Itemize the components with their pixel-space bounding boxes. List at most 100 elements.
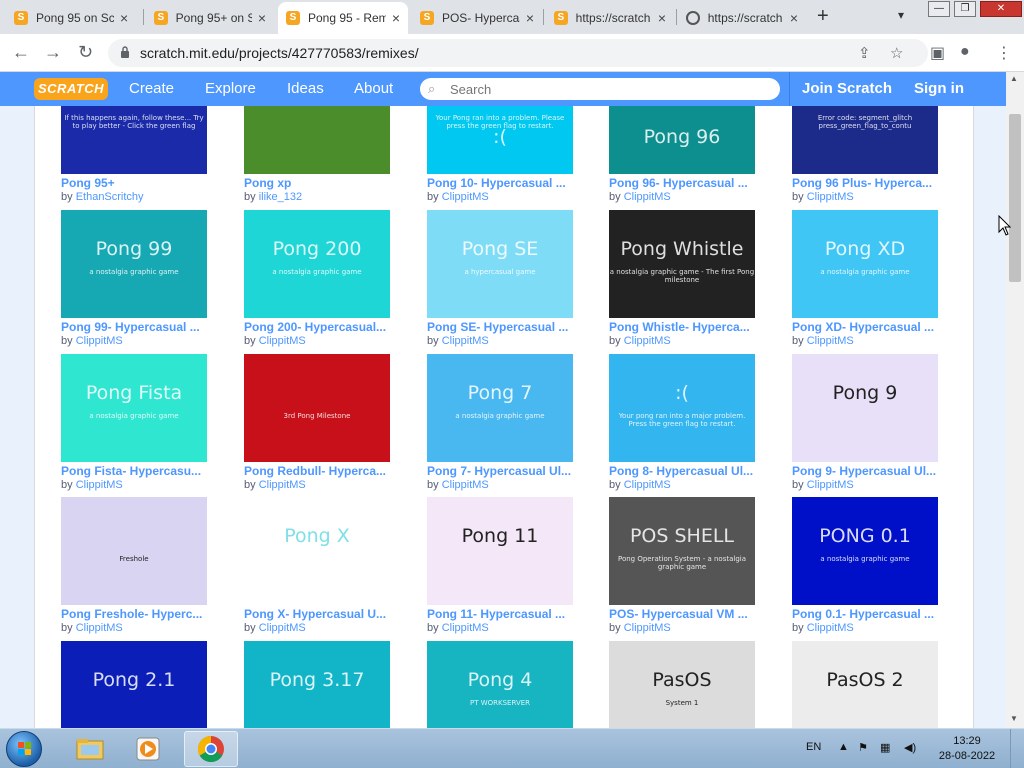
show-desktop-button[interactable] [1010,729,1024,768]
project-card[interactable]: POS SHELL Pong Operation System - a nosta… [609,497,755,634]
project-title-link[interactable]: Pong 200- Hypercasual... [244,320,390,334]
join-scratch-link[interactable]: Join Scratch [802,80,892,97]
project-card[interactable]: Pong 9 Pong 9- Hypercasual Ul... by Clippi… [792,354,938,491]
browser-tab-2[interactable]: S Pong 95+ on Scratch × [146,4,274,32]
start-button[interactable] [6,731,42,767]
project-title-link[interactable]: Pong Freshole- Hyperc... [61,607,207,621]
project-card[interactable]: Pong 4 PT WORKSERVER [427,641,573,728]
browser-tab-6[interactable]: https://scratch × [678,4,806,32]
project-card[interactable]: PasOS 2 [792,641,938,728]
author-link[interactable]: ClippitMS [624,622,671,634]
minimize-button[interactable]: — [928,1,950,17]
author-link[interactable]: ClippitMS [624,191,671,203]
new-tab-button[interactable]: + [817,5,829,28]
tab-search-chevron-icon[interactable]: ▾ [898,8,904,22]
side-panel-icon[interactable]: ▣ [930,43,945,63]
search-box[interactable]: ⌕ [420,78,780,100]
nav-create[interactable]: Create [129,80,174,97]
project-title-link[interactable]: Pong Whistle- Hyperca... [609,320,755,334]
author-link[interactable]: ClippitMS [807,622,854,634]
author-link[interactable]: ClippitMS [442,479,489,491]
project-title-link[interactable]: Pong 96 Plus- Hyperca... [792,176,938,190]
project-card[interactable]: :(Your Pong ran into a problem. Please p… [427,106,573,203]
project-thumbnail[interactable]: Error code: segment_glitch press_green_f… [792,106,938,174]
restore-button[interactable]: ❐ [954,1,976,17]
profile-avatar-icon[interactable]: ● [960,43,970,61]
author-link[interactable]: EthanScritchy [76,191,144,203]
project-card[interactable]: 3rd Pong Milestone Pong Redbull- Hyperca.… [244,354,390,491]
project-thumbnail[interactable]: If this happens again, follow these... T… [61,106,207,174]
project-card[interactable]: Pong 200 a nostalgia graphic game Pong 200… [244,210,390,347]
project-title-link[interactable]: Pong 8- Hypercasual Ul... [609,464,755,478]
author-link[interactable]: ilike_132 [259,191,302,203]
author-link[interactable]: ClippitMS [624,335,671,347]
project-title-link[interactable]: Pong 96- Hypercasual ... [609,176,755,190]
project-card[interactable]: PasOS System 1 [609,641,755,728]
close-icon[interactable]: × [526,10,534,26]
project-title-link[interactable]: Pong 99- Hypercasual ... [61,320,207,334]
close-icon[interactable]: × [392,10,400,26]
sign-in-link[interactable]: Sign in [914,80,964,97]
project-title-link[interactable]: Pong 10- Hypercasual ... [427,176,573,190]
project-thumbnail[interactable]: Pong XD a nostalgia graphic game [792,210,938,318]
project-thumbnail[interactable]: POS SHELL Pong Operation System - a nosta… [609,497,755,605]
project-card[interactable]: PONG 0.1 a nostalgia graphic game Pong 0.1… [792,497,938,634]
close-icon[interactable]: × [120,10,128,26]
author-link[interactable]: ClippitMS [76,335,123,347]
author-link[interactable]: ClippitMS [807,479,854,491]
author-link[interactable]: ClippitMS [259,622,306,634]
project-title-link[interactable]: Pong 7- Hypercasual Ul... [427,464,573,478]
close-window-button[interactable]: ✕ [980,1,1022,17]
author-link[interactable]: ClippitMS [442,622,489,634]
project-card[interactable]: Pong SE a hypercasual game Pong SE- Hyperc… [427,210,573,347]
project-card[interactable]: Pong XD a nostalgia graphic game Pong XD- … [792,210,938,347]
project-card[interactable]: :(Your pong ran into a major problem. Pr… [609,354,755,491]
media-player-taskbar-button[interactable] [126,731,170,767]
address-bar[interactable]: scratch.mit.edu/projects/427770583/remix… [108,39,928,67]
project-title-link[interactable]: POS- Hypercasual VM ... [609,607,755,621]
system-clock[interactable]: 13:29 28-08-2022 [936,734,998,764]
action-center-flag-icon[interactable]: ⚑ [858,741,868,754]
nav-about[interactable]: About [354,80,393,97]
project-thumbnail[interactable]: Pong Whistle a nostalgia graphic game - T… [609,210,755,318]
project-card[interactable]: Freshole Pong Freshole- Hyperc... by Clipp… [61,497,207,634]
network-icon[interactable]: ▦ [880,741,890,754]
project-title-link[interactable]: Pong SE- Hypercasual ... [427,320,573,334]
project-thumbnail[interactable]: Pong 99 a nostalgia graphic game [61,210,207,318]
close-icon[interactable]: × [258,10,266,26]
project-thumbnail[interactable]: Pong 4 PT WORKSERVER [427,641,573,728]
project-thumbnail[interactable]: Pong SE a hypercasual game [427,210,573,318]
chrome-taskbar-button[interactable] [184,731,238,767]
author-link[interactable]: ClippitMS [259,479,306,491]
browser-tab-5[interactable]: S https://scratch × [546,4,674,32]
back-arrow-icon[interactable]: ← [12,42,30,63]
project-card[interactable]: Pong 11 Pong 11- Hypercasual ... by Clippi… [427,497,573,634]
scratch-logo[interactable]: SCRATCH [34,78,108,100]
project-thumbnail[interactable]: Pong X [244,497,390,605]
close-icon[interactable]: × [658,10,666,26]
forward-arrow-icon[interactable]: → [44,42,62,63]
browser-tab-3-active[interactable]: S Pong 95 - Remixes × [278,2,408,34]
project-thumbnail[interactable]: Pong 7 a nostalgia graphic game [427,354,573,462]
project-thumbnail[interactable]: Pong 2.1 [61,641,207,728]
project-thumbnail[interactable]: PONG 0.1 a nostalgia graphic game [792,497,938,605]
browser-tab-1[interactable]: S Pong 95 on Scratch × [6,4,140,32]
author-link[interactable]: ClippitMS [76,479,123,491]
close-icon[interactable]: × [790,10,798,26]
explorer-taskbar-button[interactable] [68,731,112,767]
project-thumbnail[interactable]: Pong 200 a nostalgia graphic game [244,210,390,318]
scrollbar-thumb[interactable] [1009,114,1021,282]
author-link[interactable]: ClippitMS [807,335,854,347]
vertical-scrollbar[interactable]: ▲ ▼ [1006,72,1024,728]
scroll-down-arrow-icon[interactable]: ▼ [1010,714,1018,723]
project-title-link[interactable]: Pong xp [244,176,390,190]
menu-kebab-icon[interactable]: ⋮ [996,43,1012,63]
language-indicator[interactable]: EN [806,741,821,753]
project-thumbnail[interactable]: Pong 9 [792,354,938,462]
reload-icon[interactable]: ↻ [78,42,93,63]
project-card[interactable]: Error code: segment_glitch press_green_f… [792,106,938,203]
share-icon[interactable]: ⇪ [858,44,871,62]
project-card[interactable]: If this happens again, follow these... T… [61,106,207,203]
nav-ideas[interactable]: Ideas [287,80,324,97]
project-title-link[interactable]: Pong X- Hypercasual U... [244,607,390,621]
